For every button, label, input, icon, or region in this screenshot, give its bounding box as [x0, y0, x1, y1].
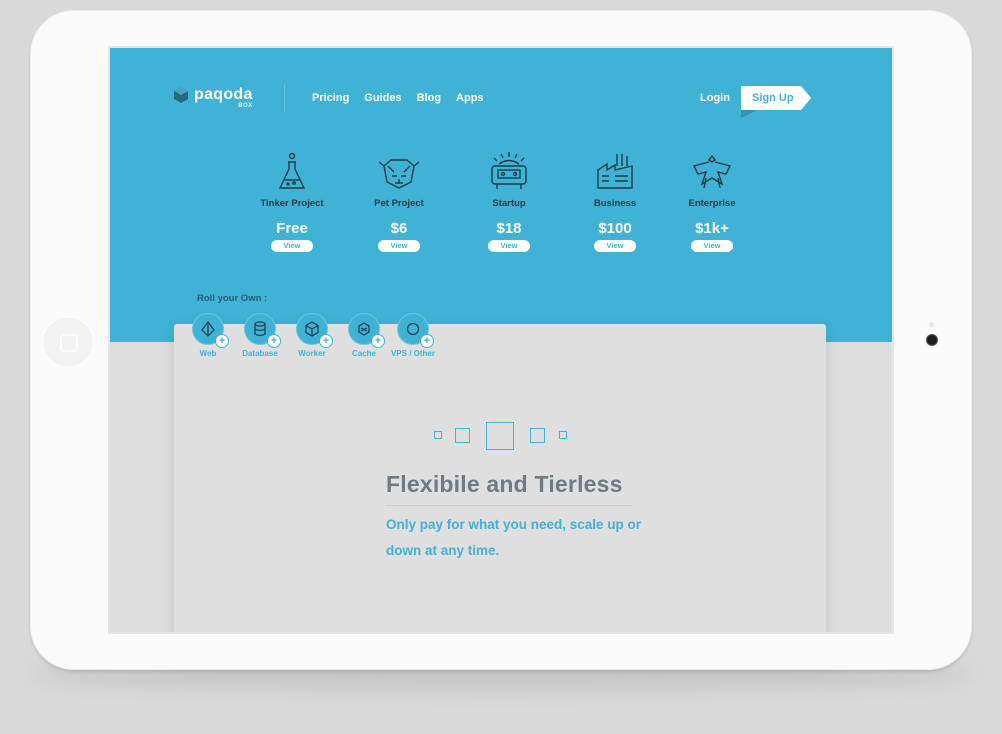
nav-link-apps[interactable]: Apps [456, 92, 484, 104]
roll-item-button[interactable]: + [244, 313, 280, 347]
camera-icon [927, 335, 937, 345]
nav-links: Pricing Guides Blog Apps [312, 92, 484, 104]
roll-item-button[interactable]: + [397, 313, 433, 347]
login-link[interactable]: Login [700, 92, 730, 104]
plus-icon: + [421, 335, 433, 347]
robot-icon [491, 152, 527, 189]
cache-icon [358, 322, 370, 336]
plan-name: Business [593, 198, 637, 209]
logo-subtitle: BOX [238, 103, 253, 109]
diamond-icon [201, 321, 215, 337]
feature-subtext: Only pay for what you need, scale up or … [386, 517, 642, 558]
square-l [486, 422, 514, 450]
plan-name: Startup [492, 198, 526, 209]
plan-price: Free [276, 220, 308, 237]
plan-price: $18 [496, 220, 522, 237]
plan-tinker: Tinker Project Free View [237, 152, 347, 252]
plan-view-button[interactable]: View [271, 240, 313, 252]
flask-icon [278, 152, 306, 189]
signup-fold [741, 110, 757, 118]
plan-view-button[interactable]: View [488, 240, 530, 252]
cat-icon [379, 159, 419, 189]
sensor-dot [929, 322, 934, 327]
nav-link-blog[interactable]: Blog [417, 92, 441, 104]
plan-enterprise: Enterprise $1k+ View [657, 152, 767, 252]
headline-divider [386, 505, 632, 506]
logo-text: paqoda BOX [194, 86, 253, 109]
roll-item-label: VPS / Other [390, 349, 435, 358]
roll-your-own-label: Roll your Own : [197, 293, 268, 304]
nav-link-guides[interactable]: Guides [364, 92, 401, 104]
plan-startup: Startup $18 View [454, 152, 564, 252]
cube-icon [305, 321, 319, 337]
plan-price: $1k+ [695, 220, 729, 237]
circle-icon [406, 322, 420, 336]
logo-wordmark: paqoda [194, 86, 253, 103]
roll-item-vps[interactable]: + VPS / Other [378, 313, 448, 358]
square-xs [559, 431, 567, 439]
square-s [530, 428, 545, 443]
nav-link-pricing[interactable]: Pricing [312, 92, 349, 104]
signup-button[interactable]: Sign Up [741, 86, 811, 110]
roll-item-button[interactable]: + [348, 313, 384, 347]
home-button[interactable] [44, 318, 92, 366]
plan-name: Enterprise [688, 198, 736, 209]
nav-divider [284, 84, 285, 112]
plan-view-button[interactable]: View [378, 240, 420, 252]
database-icon [254, 321, 266, 337]
screen: paqoda BOX Pricing Guides Blog Apps Logi… [110, 48, 892, 632]
factory-icon [597, 154, 633, 189]
roll-item-button[interactable]: + [192, 313, 228, 347]
square-s [455, 428, 470, 443]
plan-price: $100 [598, 220, 632, 237]
square-xs [434, 431, 442, 439]
logo[interactable]: paqoda BOX [174, 86, 253, 109]
plan-business: Business $100 View [560, 152, 670, 252]
feature-headline: Flexibile and Tierless [386, 471, 623, 497]
plan-name: Pet Project [374, 198, 424, 209]
roll-item-button[interactable]: + [296, 313, 332, 347]
plan-price: $6 [390, 220, 408, 237]
plan-view-button[interactable]: View [691, 240, 733, 252]
logo-icon [174, 87, 188, 103]
plan-pet: Pet Project $6 View [344, 152, 454, 252]
plan-view-button[interactable]: View [594, 240, 636, 252]
plan-name: Tinker Project [260, 198, 324, 209]
scale-squares-icon [110, 420, 892, 450]
eagle-icon [692, 154, 732, 189]
